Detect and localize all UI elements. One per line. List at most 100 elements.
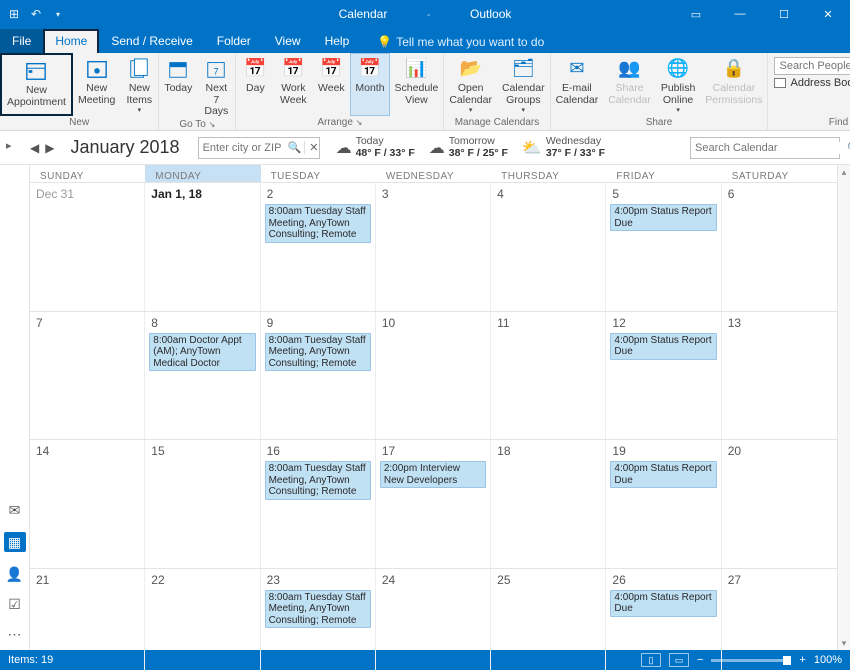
day-cell[interactable]: 124:00pm Status Report Due <box>606 312 721 440</box>
day-cell[interactable]: 27 <box>722 569 837 670</box>
day-cell[interactable]: 7 <box>30 312 145 440</box>
day-view-button[interactable]: 📅Day <box>236 53 274 116</box>
calendar-event[interactable]: 4:00pm Status Report Due <box>610 590 716 617</box>
day-cell[interactable]: 20 <box>722 440 837 568</box>
day-cell[interactable]: 88:00am Doctor Appt (AM); AnyTown Medica… <box>145 312 260 440</box>
qat-dropdown-icon[interactable]: ▾ <box>50 6 66 22</box>
day-cell[interactable]: 24 <box>376 569 491 670</box>
next-month-button[interactable]: ▶ <box>45 141 54 155</box>
weather-location-input[interactable]: 🔍 ✕ <box>198 137 320 159</box>
close-icon[interactable]: ✕ <box>806 0 850 28</box>
calendar-event[interactable]: 4:00pm Status Report Due <box>610 461 716 488</box>
day-cell[interactable]: 6 <box>722 183 837 311</box>
calendar-event[interactable]: 8:00am Doctor Appt (AM); AnyTown Medical… <box>149 333 255 372</box>
day-cell[interactable]: 15 <box>145 440 260 568</box>
vertical-scrollbar[interactable]: ▴ ▾ <box>837 165 850 650</box>
day-cell[interactable]: 194:00pm Status Report Due <box>606 440 721 568</box>
more-nav-icon[interactable]: ⋯ <box>6 626 24 642</box>
day-cell[interactable]: 22 <box>145 569 260 670</box>
search-calendar-box[interactable]: 🔍 <box>690 137 840 159</box>
tasks-nav-icon[interactable]: ☑ <box>6 596 24 612</box>
undo-icon[interactable]: ↶ <box>28 6 44 22</box>
day-cell[interactable]: 21 <box>30 569 145 670</box>
next-7-days-button[interactable]: 7 Next 7 Days <box>197 53 235 118</box>
calendar-weeks: Dec 31Jan 1, 1828:00am Tuesday Staff Mee… <box>30 182 837 670</box>
email-calendar-button[interactable]: ✉E-mail Calendar <box>551 53 604 116</box>
dow-header: THURSDAY <box>491 165 606 182</box>
day-cell[interactable]: 11 <box>491 312 606 440</box>
day-number: 21 <box>32 571 142 590</box>
scroll-up-icon[interactable]: ▴ <box>842 165 847 179</box>
new-meeting-button[interactable]: New Meeting <box>73 53 120 116</box>
search-icon[interactable]: 🔍 <box>841 141 850 155</box>
tab-view[interactable]: View <box>263 29 313 53</box>
calendar-event[interactable]: 8:00am Tuesday Staff Meeting, AnyTown Co… <box>265 590 371 629</box>
ribbon-tabs: File Home Send / Receive Folder View Hel… <box>0 28 850 53</box>
new-appointment-button[interactable]: New Appointment <box>0 53 73 116</box>
workweek-icon: 📅 <box>280 57 306 81</box>
people-nav-icon[interactable]: 👤 <box>6 566 24 582</box>
minimize-icon[interactable]: — <box>718 0 762 28</box>
address-book-button[interactable]: Address Book <box>774 77 850 89</box>
day-cell[interactable]: 238:00am Tuesday Staff Meeting, AnyTown … <box>261 569 376 670</box>
prev-month-button[interactable]: ◀ <box>30 141 39 155</box>
zoom-slider[interactable] <box>711 659 791 662</box>
calendar-event[interactable]: 8:00am Tuesday Staff Meeting, AnyTown Co… <box>265 333 371 372</box>
day-cell[interactable]: 25 <box>491 569 606 670</box>
day-number: Dec 31 <box>32 185 142 204</box>
weather-day: ☁Today48° F / 33° F <box>336 136 415 159</box>
calendar-nav-icon[interactable]: ▦ <box>4 532 26 552</box>
calendar-event[interactable]: 4:00pm Status Report Due <box>610 204 716 231</box>
maximize-icon[interactable]: ☐ <box>762 0 806 28</box>
search-calendar-input[interactable] <box>691 142 841 154</box>
today-button[interactable]: Today <box>159 53 197 118</box>
day-cell[interactable]: 13 <box>722 312 837 440</box>
work-week-view-button[interactable]: 📅Work Week <box>274 53 312 116</box>
address-book-icon <box>774 78 786 88</box>
scroll-down-icon[interactable]: ▾ <box>842 636 847 650</box>
tab-folder[interactable]: Folder <box>205 29 263 53</box>
mail-nav-icon[interactable]: ✉ <box>6 502 24 518</box>
day-cell[interactable]: 4 <box>491 183 606 311</box>
search-icon[interactable]: 🔍 <box>285 141 305 154</box>
day-number: 7 <box>32 314 142 333</box>
open-calendar-button[interactable]: 📂Open Calendar▾ <box>444 53 497 116</box>
day-cell[interactable]: 172:00pm Interview New Developers <box>376 440 491 568</box>
tell-me-search[interactable]: 💡 Tell me what you want to do <box>369 31 552 53</box>
calendar-event[interactable]: 4:00pm Status Report Due <box>610 333 716 360</box>
publish-online-button[interactable]: 🌐Publish Online▾ <box>656 53 700 116</box>
ribbon-display-icon[interactable]: ▭ <box>674 0 718 28</box>
month-icon: 📅 <box>357 57 383 81</box>
tab-file[interactable]: File <box>0 29 43 53</box>
tab-home[interactable]: Home <box>43 29 99 53</box>
day-cell[interactable]: Dec 31 <box>30 183 145 311</box>
calendar-event[interactable]: 8:00am Tuesday Staff Meeting, AnyTown Co… <box>265 461 371 500</box>
expand-nav-icon[interactable]: ▸ <box>6 139 12 152</box>
day-cell[interactable]: 3 <box>376 183 491 311</box>
month-view-button[interactable]: 📅Month <box>350 53 389 116</box>
schedule-view-button[interactable]: 📊Schedule View <box>390 53 444 116</box>
email-icon: ✉ <box>564 57 590 81</box>
day-cell[interactable]: 10 <box>376 312 491 440</box>
calendar-event[interactable]: 2:00pm Interview New Developers <box>380 461 486 488</box>
chevron-down-icon: ▾ <box>676 107 680 115</box>
week-view-button[interactable]: 📅Week <box>312 53 350 116</box>
day-number: 4 <box>493 185 603 204</box>
day-cell[interactable]: Jan 1, 18 <box>145 183 260 311</box>
tab-send-receive[interactable]: Send / Receive <box>99 29 204 53</box>
day-cell[interactable]: 28:00am Tuesday Staff Meeting, AnyTown C… <box>261 183 376 311</box>
city-input-field[interactable] <box>199 142 285 154</box>
new-items-button[interactable]: New Items ▾ <box>120 53 158 116</box>
day-cell[interactable]: 168:00am Tuesday Staff Meeting, AnyTown … <box>261 440 376 568</box>
day-cell[interactable]: 264:00pm Status Report Due <box>606 569 721 670</box>
day-cell[interactable]: 14 <box>30 440 145 568</box>
day-cell[interactable]: 98:00am Tuesday Staff Meeting, AnyTown C… <box>261 312 376 440</box>
day-cell[interactable]: 54:00pm Status Report Due <box>606 183 721 311</box>
day-cell[interactable]: 18 <box>491 440 606 568</box>
calendar-groups-button[interactable]: 🗂Calendar Groups▾ <box>497 53 550 116</box>
tab-help[interactable]: Help <box>313 29 362 53</box>
calendar-event[interactable]: 8:00am Tuesday Staff Meeting, AnyTown Co… <box>265 204 371 243</box>
search-people-input[interactable] <box>774 57 850 75</box>
close-icon[interactable]: ✕ <box>304 141 322 154</box>
day-number: 8 <box>147 314 257 333</box>
